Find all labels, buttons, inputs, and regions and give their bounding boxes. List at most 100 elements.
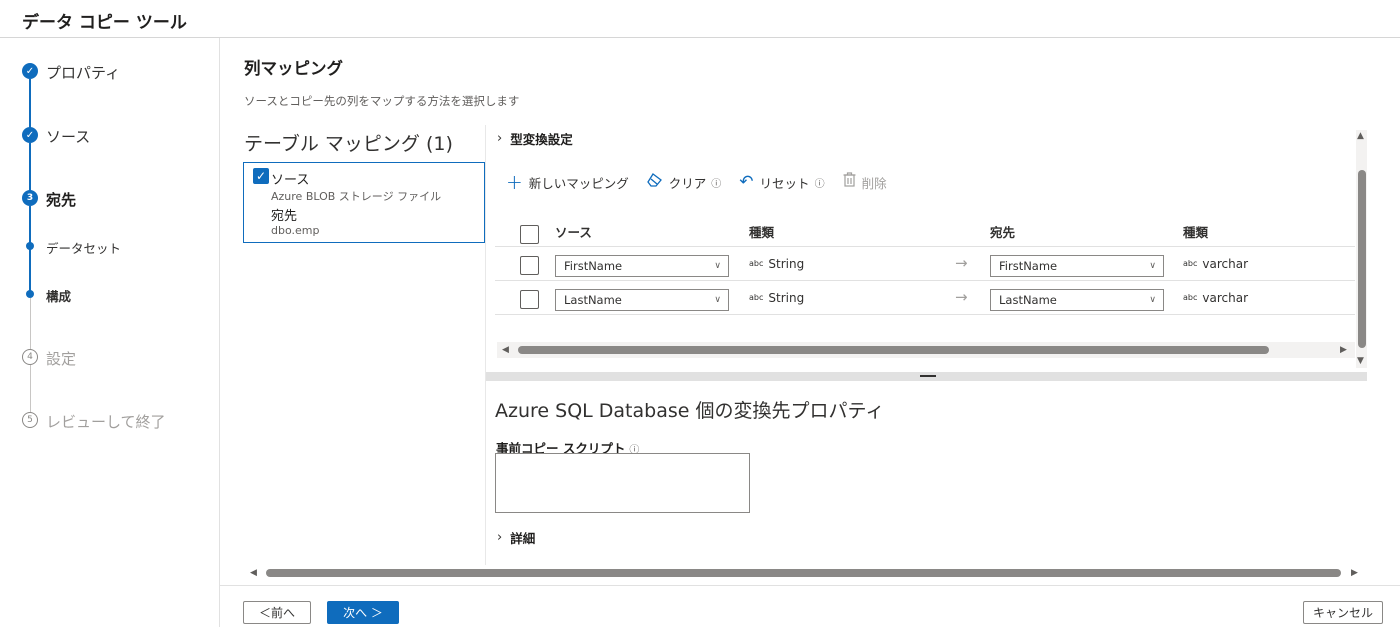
source-type-value: String	[768, 291, 805, 305]
step-connector	[29, 206, 31, 294]
card-dest-label: 宛先	[271, 209, 298, 224]
new-mapping-label: 新しいマッピング	[528, 175, 629, 191]
step-source[interactable]: ソース	[46, 126, 90, 147]
string-type-icon: abc	[1183, 259, 1198, 268]
row-divider	[495, 280, 1355, 281]
col-header-source-type[interactable]: 種類	[749, 222, 774, 241]
source-type-value: String	[768, 257, 805, 271]
row-checkbox[interactable]	[520, 290, 539, 309]
source-type-cell: abc String	[749, 257, 804, 271]
info-icon[interactable]: ⓘ	[815, 175, 825, 190]
step-number-icon: 3	[22, 190, 38, 206]
step-number-icon: 5	[22, 412, 38, 428]
destination-column-value: FirstName	[999, 259, 1058, 273]
sidebar-divider	[219, 38, 220, 627]
destination-column-value: LastName	[999, 293, 1057, 307]
splitter-grip-icon[interactable]	[920, 375, 936, 377]
scroll-down-icon[interactable]: ▼	[1357, 356, 1364, 366]
source-column-select[interactable]: FirstName ∨	[555, 255, 729, 277]
row-checkbox[interactable]	[520, 256, 539, 275]
destination-properties-title: Azure SQL Database 個の変換先プロパティ	[495, 400, 885, 422]
chevron-right-icon: ›	[497, 131, 503, 146]
scroll-left-icon[interactable]: ◀	[250, 568, 257, 578]
step-destination[interactable]: 宛先	[46, 189, 76, 210]
row-divider	[495, 246, 1355, 247]
mapping-toolbar: + 新しいマッピング クリア ⓘ ↶ リセット ⓘ 削除	[506, 170, 905, 194]
row-divider	[495, 314, 1355, 315]
substep-dot-icon	[26, 242, 34, 250]
cancel-button[interactable]: キャンセル	[1303, 601, 1383, 624]
pre-copy-script-input[interactable]	[495, 453, 750, 513]
dest-type-value: varchar	[1202, 257, 1249, 271]
info-icon[interactable]: ⓘ	[711, 175, 721, 190]
step-connector	[29, 79, 31, 134]
col-header-destination[interactable]: 宛先	[990, 222, 1015, 241]
chevron-down-icon: ∨	[1149, 261, 1156, 271]
check-icon: ✓	[22, 127, 38, 143]
step-settings: 設定	[46, 350, 77, 368]
source-type-cell: abc String	[749, 291, 804, 305]
destination-column-select[interactable]: FirstName ∨	[990, 255, 1164, 277]
scrollbar-thumb[interactable]	[518, 346, 1269, 354]
title-divider	[0, 37, 1400, 38]
chevron-down-icon: ∨	[714, 295, 721, 305]
panel-divider	[485, 125, 486, 565]
scrollbar-thumb[interactable]	[266, 569, 1341, 577]
scroll-up-icon[interactable]: ▲	[1357, 131, 1364, 141]
scroll-right-icon[interactable]: ▶	[1351, 568, 1358, 578]
scroll-left-icon[interactable]: ◀	[502, 345, 509, 355]
source-column-select[interactable]: LastName ∨	[555, 289, 729, 311]
step-number-icon: 4	[22, 349, 38, 365]
card-source-label: ソース	[271, 173, 310, 188]
checkbox-checked-icon[interactable]: ✓	[253, 168, 269, 184]
chevron-down-icon: ∨	[714, 261, 721, 271]
destination-column-select[interactable]: LastName ∨	[990, 289, 1164, 311]
page-title: 列マッピング	[244, 59, 343, 78]
clear-label: クリア	[668, 175, 707, 191]
dest-type-value: varchar	[1202, 291, 1249, 305]
col-header-dest-type[interactable]: 種類	[1183, 222, 1208, 241]
arrow-right-icon: →	[955, 288, 968, 306]
step-connector	[30, 298, 31, 354]
source-column-value: FirstName	[564, 259, 623, 273]
plus-icon: +	[506, 170, 523, 194]
type-conversion-label: 型変換設定	[510, 132, 573, 147]
new-mapping-button[interactable]: + 新しいマッピング	[506, 170, 629, 194]
check-icon: ✓	[22, 63, 38, 79]
table-mapping-title: テーブル マッピング (1)	[244, 133, 453, 155]
scroll-right-icon[interactable]: ▶	[1340, 345, 1347, 355]
card-source-value: Azure BLOB ストレージ ファイル	[271, 190, 442, 203]
eraser-icon	[646, 172, 663, 192]
chevron-down-icon: ∨	[1149, 295, 1156, 305]
undo-icon: ↶	[739, 172, 754, 192]
string-type-icon: abc	[749, 259, 764, 268]
dest-type-cell: abc varchar	[1183, 257, 1248, 271]
clear-button[interactable]: クリア ⓘ	[646, 172, 721, 192]
page-description: ソースとコピー先の列をマップする方法を選択します	[244, 94, 520, 108]
step-review-finish: レビューして終了	[46, 413, 166, 431]
col-header-source[interactable]: ソース	[555, 222, 592, 241]
type-conversion-toggle[interactable]: › 型変換設定	[497, 129, 573, 148]
select-all-checkbox[interactable]	[520, 225, 539, 244]
substep-dataset[interactable]: データセット	[46, 238, 121, 257]
string-type-icon: abc	[1183, 293, 1198, 302]
scrollbar-thumb[interactable]	[1358, 170, 1366, 348]
reset-button[interactable]: ↶ リセット ⓘ	[739, 172, 824, 192]
trash-icon	[843, 172, 856, 192]
arrow-right-icon: →	[955, 254, 968, 272]
delete-label: 削除	[861, 175, 887, 191]
app-title: データ コピー ツール	[22, 13, 187, 33]
chevron-right-icon: ›	[497, 530, 503, 545]
details-label: 詳細	[510, 531, 536, 546]
details-toggle[interactable]: › 詳細	[497, 528, 535, 547]
delete-button: 削除	[843, 172, 887, 192]
card-dest-value: dbo.emp	[271, 224, 320, 237]
step-connector	[30, 365, 31, 417]
substep-configure[interactable]: 構成	[46, 286, 71, 305]
table-mapping-card[interactable]: ✓ ソース Azure BLOB ストレージ ファイル 宛先 dbo.emp	[243, 162, 485, 243]
reset-label: リセット	[759, 175, 810, 191]
step-properties[interactable]: プロパティ	[46, 62, 120, 83]
string-type-icon: abc	[749, 293, 764, 302]
previous-button[interactable]: ＜前へ	[243, 601, 311, 624]
next-button[interactable]: 次へ ＞	[327, 601, 399, 624]
